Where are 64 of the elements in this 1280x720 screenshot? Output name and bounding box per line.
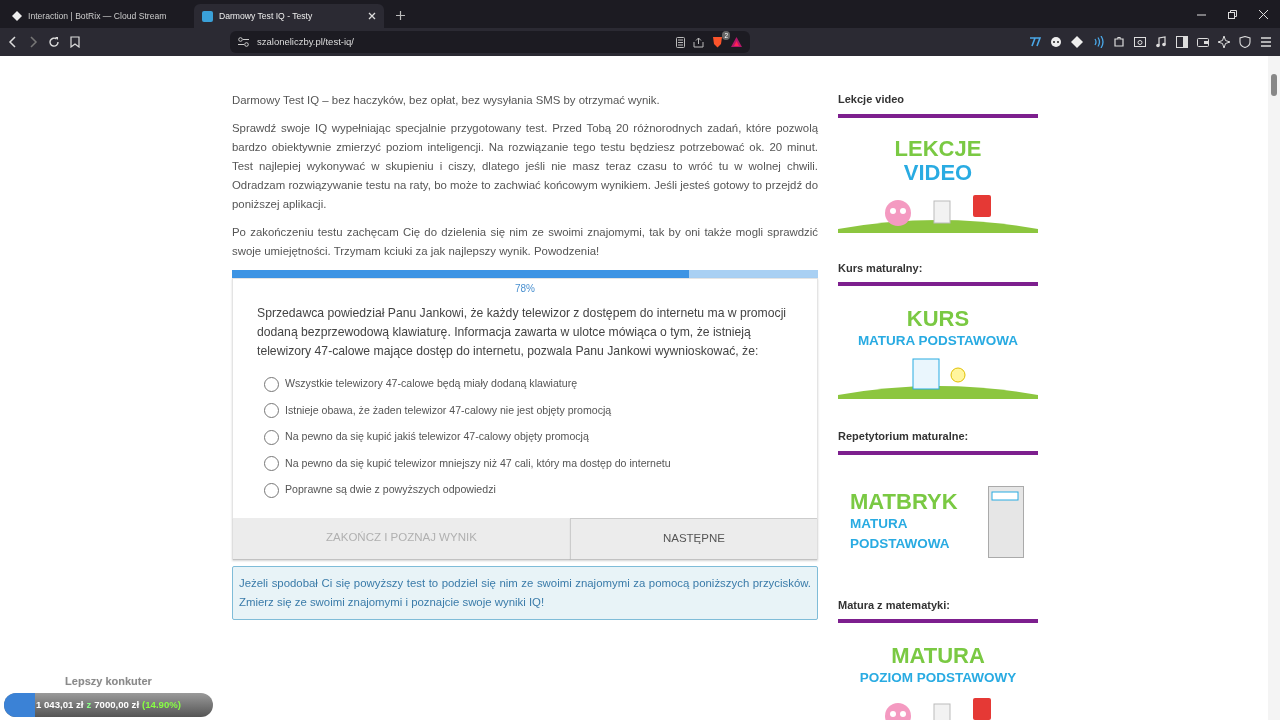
- new-tab-icon[interactable]: [396, 11, 405, 20]
- back-icon[interactable]: [8, 36, 18, 48]
- intro-paragraph: Sprawdź swoje IQ wypełniając specjalnie przygotowany test. Przed Tobą 20 różnorodnych zadań, które pozwolą bardzo obiektywnie zmierzyć poziom inteligencji. Na rozwiązanie tego testu będziesz potrzebować ok. 20 minut. Test najlepiej wykonywać w skupieniu i ciszy, dlatego jeśli nie masz teraz czasu to wróć tu w wolnej chwili. Odradzam rozwiązywanie testu na raty, bo może to zachwiać końcowym wynikiem. Jeśli jesteś gotowy to przejdź do poniższej aplikacji.: [232, 121, 818, 212]
- reload-icon[interactable]: [48, 36, 60, 48]
- reader-icon[interactable]: [676, 36, 685, 48]
- section-heading: Kurs maturalny:: [838, 259, 1038, 286]
- option-label: Istnieje obawa, że żaden telewizor 47-calowy nie jest objęty promocją: [285, 402, 612, 418]
- wallet-icon[interactable]: [1197, 36, 1209, 48]
- diamond-icon[interactable]: [1071, 36, 1083, 48]
- progress-percent: 78%: [514, 282, 536, 296]
- music-note-icon[interactable]: [1155, 36, 1167, 48]
- menu-icon[interactable]: [1260, 36, 1272, 48]
- signal-waves-icon[interactable]: [1092, 36, 1104, 48]
- forward-icon[interactable]: [28, 36, 38, 48]
- cat-face-icon[interactable]: [1050, 36, 1062, 48]
- sidebar-icon[interactable]: [1176, 36, 1188, 48]
- answer-option[interactable]: Na pewno da się kupić telewizor mniejszy niż 47 cali, który ma dostęp do internetu: [264, 450, 817, 477]
- screen-search-icon[interactable]: [1134, 36, 1146, 48]
- goal-caption: Lepszy konkuter: [64, 673, 153, 689]
- banner-text: MATURA PODSTAWOWA: [857, 332, 1019, 350]
- banner-text: KURS: [906, 307, 970, 331]
- section-heading: Matura z matematyki:: [838, 596, 1038, 623]
- scrollbar[interactable]: [1268, 56, 1280, 720]
- bookmark-icon[interactable]: [70, 36, 80, 48]
- answer-option[interactable]: Poprawne są dwie z powyższych odpowiedzi: [264, 477, 817, 504]
- answer-option[interactable]: Wszystkie telewizory 47-calowe będą miały dodaną klawiaturę: [264, 371, 817, 398]
- goal-separator: z: [86, 697, 92, 712]
- answer-option[interactable]: Na pewno da się kupić jakiś telewizor 47-calowy objęty promocją: [264, 424, 817, 451]
- close-icon[interactable]: [1259, 9, 1268, 19]
- section-heading: Repetytorium maturalne:: [838, 428, 1038, 455]
- intro-paragraph: Darmowy Test IQ – bez haczyków, bez opłat, bez wysyłania SMS by otrzymać wynik.: [232, 93, 661, 108]
- banner-text: PODSTAWOWA: [850, 534, 950, 553]
- banner-text: MATBRYK: [850, 489, 958, 514]
- triangle-icon[interactable]: [731, 37, 742, 47]
- section-heading: Lekcje video: [838, 91, 1038, 118]
- url-text[interactable]: szaloneliczby.pl/test-iq/: [257, 34, 668, 50]
- banner-text: VIDEO: [903, 160, 973, 185]
- banner-text: MATURA: [850, 514, 908, 533]
- intro-paragraph: Po zakończeniu testu zachęcam Cię do dzielenia się nim ze swoimi znajomymi, tak by oni także mogli sprawdzić swoje umiejętności. Trzymam kciuki za jak najlepszy wynik. Powodzenia!: [232, 225, 818, 259]
- close-icon[interactable]: [368, 12, 376, 20]
- share-icon[interactable]: [693, 36, 704, 48]
- scroll-thumb[interactable]: [1271, 74, 1277, 96]
- option-label: Wszystkie telewizory 47-calowe będą miały dodaną klawiaturę: [285, 376, 578, 392]
- sparkle-icon[interactable]: [1218, 36, 1230, 48]
- diamond-icon: [12, 11, 22, 21]
- question-text: Sprzedawca powiedział Panu Jankowi, że każdy telewizor z dostępem do internetu ma w promocji dodaną bezprzewodową klawiaturę. Informacja zawarta w ulotce mówiąca o tym, że istnieją telewizory 47-calowe mające dostęp do internetu, pozwala Panu Jankowi wywnioskować, że:: [256, 305, 788, 360]
- site-settings-icon[interactable]: [238, 37, 249, 47]
- option-label: Na pewno da się kupić jakiś telewizor 47-calowy objęty promocją: [285, 429, 589, 445]
- next-button[interactable]: NASTĘPNE: [569, 517, 817, 559]
- shield-icon[interactable]: [1239, 36, 1251, 48]
- option-label: Na pewno da się kupić telewizor mniejszy niż 47 cali, który ma dostęp do internetu: [285, 455, 671, 471]
- goal-percent: (14.90%): [142, 697, 181, 712]
- site-icon: [202, 10, 213, 22]
- share-notice: Jeżeli spodobał Ci się powyższy test to podziel się nim ze swoimi znajomymi za pomocą poniższych przycisków. Zmierz się ze swoimi znajomymi i poznajcie swoje wyniki IQ!: [232, 565, 818, 620]
- browser-tab[interactable]: Darmowy Test IQ - Testy: [194, 4, 384, 28]
- goal-target: 7000,00 zł: [94, 697, 140, 712]
- answer-option[interactable]: Istnieje obawa, że żaden telewizor 47-calowy nie jest objęty promocją: [264, 397, 817, 424]
- option-label: Poprawne są dwie z powyższych odpowiedzi: [285, 482, 496, 498]
- goal-amount: 1 043,01 zł: [36, 697, 84, 712]
- banner-text: LEKCJE: [894, 136, 982, 161]
- restore-icon[interactable]: [1228, 9, 1237, 19]
- browser-tab[interactable]: Interaction | BotRix — Cloud Stream: [4, 4, 194, 28]
- banner-text: MATURA: [891, 644, 985, 668]
- banner-text: POZIOM PODSTAWOWY: [859, 669, 1017, 687]
